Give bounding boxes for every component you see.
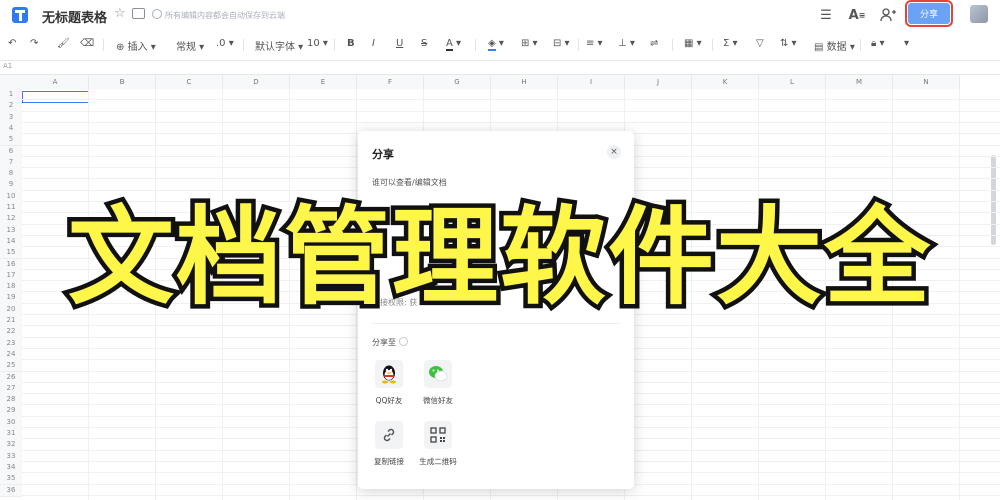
- share-wechat-label: 微信好友: [423, 396, 453, 405]
- link-icon: [375, 421, 403, 449]
- clear-format-icon[interactable]: ⌫: [80, 38, 94, 49]
- add-collaborator-icon[interactable]: [879, 6, 897, 24]
- toolbar-divider: [475, 39, 476, 51]
- share-qq-label: QQ好友: [375, 396, 403, 405]
- column-header-l[interactable]: L: [759, 75, 826, 89]
- strikethrough-icon[interactable]: S: [421, 38, 427, 49]
- share-button[interactable]: 分享: [905, 0, 953, 27]
- toolbar-divider: [672, 39, 673, 51]
- merge-cells-icon[interactable]: ⊟ ▾: [553, 38, 570, 49]
- qq-icon: [375, 360, 403, 388]
- column-header-f[interactable]: F: [357, 75, 424, 89]
- font-family-select[interactable]: 默认字体 ▾: [255, 38, 303, 53]
- app-logo-icon[interactable]: [11, 6, 29, 24]
- star-icon[interactable]: ☆: [114, 6, 126, 21]
- qr-code-button[interactable]: 生成二维码: [413, 421, 463, 467]
- qr-code-label: 生成二维码: [419, 457, 457, 466]
- font-color-icon[interactable]: A ▾: [446, 38, 461, 51]
- overlay-banner: 文档管理软件大全: [64, 192, 935, 324]
- menu-icon[interactable]: ☰: [817, 6, 835, 24]
- toolbar-divider: [243, 39, 244, 51]
- cell-reference: A1: [3, 62, 13, 70]
- column-header-n[interactable]: N: [893, 75, 960, 89]
- column-header-m[interactable]: M: [826, 75, 893, 89]
- bold-icon[interactable]: B: [347, 38, 355, 49]
- sort-icon[interactable]: ⇅ ▾: [780, 38, 797, 49]
- column-header-k[interactable]: K: [692, 75, 759, 89]
- dialog-title: 分享: [372, 148, 394, 161]
- insert-menu[interactable]: ⊕ 插入 ▾: [116, 38, 156, 53]
- align-vertical-icon[interactable]: ⊥ ▾: [618, 38, 635, 49]
- save-status: 所有编辑内容都会自动保存到云端: [152, 9, 285, 21]
- grid-row-line: [22, 99, 1000, 101]
- grid-row-line: [22, 494, 1000, 496]
- column-header-b[interactable]: B: [89, 75, 156, 89]
- column-header-g[interactable]: G: [424, 75, 491, 89]
- filter-icon[interactable]: ▽: [756, 38, 764, 49]
- share-qq-button[interactable]: QQ好友: [364, 360, 414, 406]
- undo-icon[interactable]: ↶: [8, 38, 16, 49]
- underline-icon[interactable]: U: [396, 38, 403, 49]
- formula-bar[interactable]: A1: [0, 61, 1000, 75]
- more-icon[interactable]: ▾: [904, 38, 909, 49]
- toolbar-divider: [860, 39, 861, 51]
- decimal-select[interactable]: .0 ▾: [216, 38, 234, 49]
- select-all-corner[interactable]: [0, 75, 23, 89]
- column-header-c[interactable]: C: [156, 75, 223, 89]
- font-size-select[interactable]: 10 ▾: [307, 38, 328, 49]
- data-menu[interactable]: ▤ 数据 ▾: [814, 38, 855, 53]
- share-to-label: 分享至: [372, 337, 408, 348]
- formatting-toolbar: ↶ ↷ 🖌︎ ⌫ ⊕ 插入 ▾ 常规 ▾ .0 ▾ 默认字体 ▾ 10 ▾ B …: [0, 30, 1000, 61]
- share-to-text: 分享至: [372, 338, 396, 347]
- cloud-check-icon: [152, 9, 162, 19]
- text-format-icon[interactable]: A ≡: [848, 6, 866, 24]
- folder-icon[interactable]: [132, 8, 145, 19]
- title-bar: 无标题表格 ☆ 所有编辑内容都会自动保存到云端 ☰ A ≡ 分享: [0, 0, 1000, 30]
- toolbar-divider: [103, 39, 104, 51]
- column-header-d[interactable]: D: [223, 75, 290, 89]
- align-horizontal-icon[interactable]: ≡ ▾: [586, 38, 603, 49]
- qr-code-icon: [424, 421, 452, 449]
- italic-icon[interactable]: I: [372, 38, 375, 49]
- help-icon[interactable]: [399, 337, 408, 346]
- column-header-j[interactable]: J: [625, 75, 692, 89]
- number-format-select[interactable]: 常规 ▾: [176, 38, 204, 53]
- wechat-icon: [424, 360, 452, 388]
- close-icon[interactable]: ×: [607, 145, 621, 159]
- lock-icon[interactable]: 🔒︎ ▾: [871, 38, 885, 49]
- toolbar-divider: [334, 39, 335, 51]
- column-header-h[interactable]: H: [491, 75, 558, 89]
- sum-icon[interactable]: Σ ▾: [723, 38, 738, 49]
- save-status-text: 所有编辑内容都会自动保存到云端: [165, 11, 285, 20]
- copy-link-label: 复制链接: [374, 457, 404, 466]
- document-title[interactable]: 无标题表格: [42, 7, 107, 26]
- share-wechat-button[interactable]: 微信好友: [413, 360, 463, 406]
- user-avatar[interactable]: [970, 5, 988, 23]
- format-painter-icon[interactable]: 🖌︎: [57, 38, 70, 49]
- grid-row-line: [22, 110, 1000, 112]
- grid-row-line: [22, 121, 1000, 123]
- border-icon[interactable]: ⊞ ▾: [521, 38, 538, 49]
- column-header-a[interactable]: A: [22, 75, 89, 89]
- wrap-text-icon[interactable]: ⇌: [650, 38, 658, 49]
- toolbar-divider: [578, 39, 579, 51]
- table-icon[interactable]: ▦ ▾: [684, 38, 702, 49]
- copy-link-button[interactable]: 复制链接: [364, 421, 414, 467]
- column-header-e[interactable]: E: [290, 75, 357, 89]
- row-header-36[interactable]: 36: [0, 484, 22, 497]
- column-header-i[interactable]: I: [558, 75, 625, 89]
- fill-color-icon[interactable]: ◈ ▾: [488, 38, 504, 51]
- toolbar-divider: [712, 39, 713, 51]
- redo-icon[interactable]: ↷: [30, 38, 38, 49]
- selected-cell[interactable]: [22, 91, 89, 103]
